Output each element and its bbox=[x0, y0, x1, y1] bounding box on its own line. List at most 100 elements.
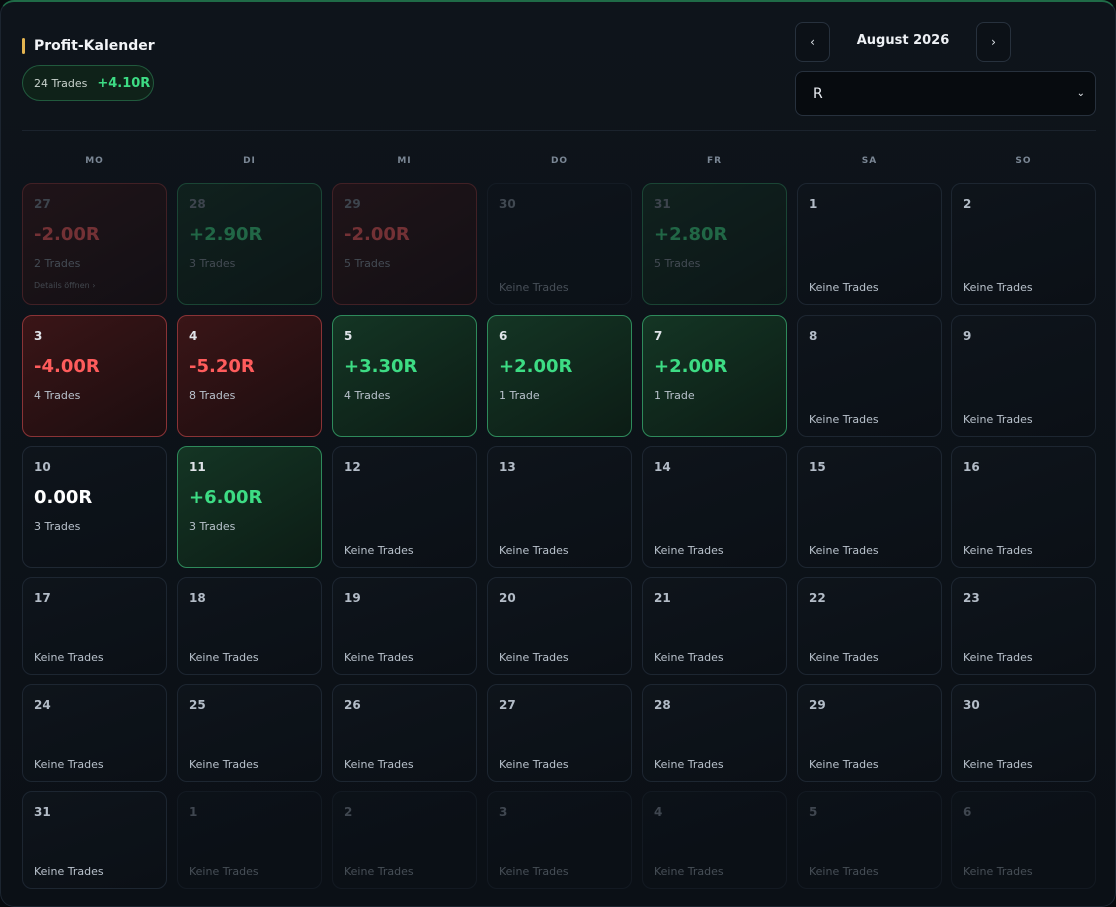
day-cell[interactable]: 4 -5.20R 8 Trades bbox=[177, 315, 322, 437]
day-cell[interactable]: 31 Keine Trades bbox=[22, 791, 167, 889]
day-number: 30 bbox=[499, 197, 516, 211]
day-cell[interactable]: 4 Keine Trades bbox=[642, 791, 787, 889]
day-number: 27 bbox=[34, 197, 51, 211]
day-number: 31 bbox=[654, 197, 671, 211]
no-trades-label: Keine Trades bbox=[34, 865, 104, 878]
day-trade-count: 1 Trade bbox=[654, 389, 695, 402]
no-trades-label: Keine Trades bbox=[809, 758, 879, 771]
day-cell[interactable]: 23 Keine Trades bbox=[951, 577, 1096, 675]
day-number: 28 bbox=[189, 197, 206, 211]
day-number: 8 bbox=[809, 329, 818, 343]
day-cell[interactable]: 30 Keine Trades bbox=[951, 684, 1096, 782]
header-divider bbox=[22, 130, 1096, 131]
day-cell[interactable]: 5 +3.30R 4 Trades bbox=[332, 315, 477, 437]
details-link[interactable]: Details öffnen › bbox=[34, 281, 96, 290]
no-trades-label: Keine Trades bbox=[809, 413, 879, 426]
day-cell[interactable]: 11 +6.00R 3 Trades bbox=[177, 446, 322, 568]
no-trades-label: Keine Trades bbox=[809, 544, 879, 557]
day-number: 11 bbox=[189, 460, 206, 474]
day-trade-count: 3 Trades bbox=[189, 257, 236, 270]
no-trades-label: Keine Trades bbox=[654, 758, 724, 771]
day-cell[interactable]: 22 Keine Trades bbox=[797, 577, 942, 675]
no-trades-label: Keine Trades bbox=[344, 651, 414, 664]
no-trades-label: Keine Trades bbox=[963, 544, 1033, 557]
day-cell[interactable]: 2 Keine Trades bbox=[332, 791, 477, 889]
chevron-down-icon: ⌄ bbox=[1076, 88, 1085, 99]
day-cell[interactable]: 27 Keine Trades bbox=[487, 684, 632, 782]
day-cell[interactable]: 28 +2.90R 3 Trades bbox=[177, 183, 322, 305]
day-number: 5 bbox=[344, 329, 353, 343]
day-cell[interactable]: 12 Keine Trades bbox=[332, 446, 477, 568]
day-number: 1 bbox=[809, 197, 818, 211]
day-cell[interactable]: 29 -2.00R 5 Trades bbox=[332, 183, 477, 305]
day-r-value: -4.00R bbox=[34, 356, 100, 377]
day-cell[interactable]: 3 -4.00R 4 Trades bbox=[22, 315, 167, 437]
no-trades-label: Keine Trades bbox=[189, 865, 259, 878]
no-trades-label: Keine Trades bbox=[963, 413, 1033, 426]
day-cell[interactable]: 9 Keine Trades bbox=[951, 315, 1096, 437]
current-month-label: August 2026 bbox=[856, 33, 950, 48]
no-trades-label: Keine Trades bbox=[499, 281, 569, 294]
weekday-label-mo: MO bbox=[85, 156, 104, 166]
day-cell[interactable]: 8 Keine Trades bbox=[797, 315, 942, 437]
day-number: 14 bbox=[654, 460, 671, 474]
day-cell[interactable]: 14 Keine Trades bbox=[642, 446, 787, 568]
day-cell[interactable]: 24 Keine Trades bbox=[22, 684, 167, 782]
day-r-value: -2.00R bbox=[344, 224, 410, 245]
day-cell[interactable]: 2 Keine Trades bbox=[951, 183, 1096, 305]
day-cell[interactable]: 15 Keine Trades bbox=[797, 446, 942, 568]
chevron-right-icon: › bbox=[991, 35, 996, 49]
no-trades-label: Keine Trades bbox=[34, 651, 104, 664]
day-trade-count: 3 Trades bbox=[34, 520, 81, 533]
title-accent-bar bbox=[22, 38, 25, 54]
day-cell[interactable]: 18 Keine Trades bbox=[177, 577, 322, 675]
day-r-value: +3.30R bbox=[344, 356, 418, 377]
summary-badge: 24 Trades +4.10R bbox=[22, 65, 154, 101]
day-cell[interactable]: 6 Keine Trades bbox=[951, 791, 1096, 889]
day-cell[interactable]: 30 Keine Trades bbox=[487, 183, 632, 305]
no-trades-label: Keine Trades bbox=[963, 651, 1033, 664]
next-month-button[interactable]: › bbox=[976, 22, 1011, 62]
day-cell[interactable]: 6 +2.00R 1 Trade bbox=[487, 315, 632, 437]
unit-select[interactable]: R ⌄ bbox=[795, 71, 1096, 116]
day-number: 4 bbox=[189, 329, 198, 343]
weekday-label-di: DI bbox=[243, 156, 256, 166]
day-number: 5 bbox=[809, 805, 818, 819]
day-cell[interactable]: 16 Keine Trades bbox=[951, 446, 1096, 568]
day-number: 27 bbox=[499, 698, 516, 712]
day-cell[interactable]: 1 Keine Trades bbox=[177, 791, 322, 889]
day-number: 22 bbox=[809, 591, 826, 605]
day-number: 31 bbox=[34, 805, 51, 819]
day-r-value: -2.00R bbox=[34, 224, 100, 245]
day-cell[interactable]: 10 0.00R 3 Trades bbox=[22, 446, 167, 568]
no-trades-label: Keine Trades bbox=[499, 544, 569, 557]
day-cell[interactable]: 7 +2.00R 1 Trade bbox=[642, 315, 787, 437]
day-cell[interactable]: 25 Keine Trades bbox=[177, 684, 322, 782]
day-cell[interactable]: 5 Keine Trades bbox=[797, 791, 942, 889]
day-cell[interactable]: 19 Keine Trades bbox=[332, 577, 477, 675]
no-trades-label: Keine Trades bbox=[963, 865, 1033, 878]
day-number: 26 bbox=[344, 698, 361, 712]
day-cell[interactable]: 21 Keine Trades bbox=[642, 577, 787, 675]
day-cell[interactable]: 28 Keine Trades bbox=[642, 684, 787, 782]
day-number: 6 bbox=[499, 329, 508, 343]
day-cell[interactable]: 17 Keine Trades bbox=[22, 577, 167, 675]
weekday-label-do: DO bbox=[550, 156, 569, 166]
day-trade-count: 4 Trades bbox=[34, 389, 81, 402]
day-number: 24 bbox=[34, 698, 51, 712]
day-cell[interactable]: 26 Keine Trades bbox=[332, 684, 477, 782]
day-number: 17 bbox=[34, 591, 51, 605]
day-cell[interactable]: 1 Keine Trades bbox=[797, 183, 942, 305]
day-cell[interactable]: 20 Keine Trades bbox=[487, 577, 632, 675]
day-cell[interactable]: 3 Keine Trades bbox=[487, 791, 632, 889]
day-r-value: 0.00R bbox=[34, 487, 93, 508]
day-cell[interactable]: 27 -2.00R 2 Trades Details öffnen › bbox=[22, 183, 167, 305]
no-trades-label: Keine Trades bbox=[499, 758, 569, 771]
chevron-left-icon: ‹ bbox=[810, 35, 815, 49]
day-r-value: +2.00R bbox=[499, 356, 573, 377]
day-cell[interactable]: 13 Keine Trades bbox=[487, 446, 632, 568]
day-cell[interactable]: 31 +2.80R 5 Trades bbox=[642, 183, 787, 305]
day-cell[interactable]: 29 Keine Trades bbox=[797, 684, 942, 782]
previous-month-button[interactable]: ‹ bbox=[795, 22, 830, 62]
weekday-label-mi: MI bbox=[397, 156, 412, 166]
